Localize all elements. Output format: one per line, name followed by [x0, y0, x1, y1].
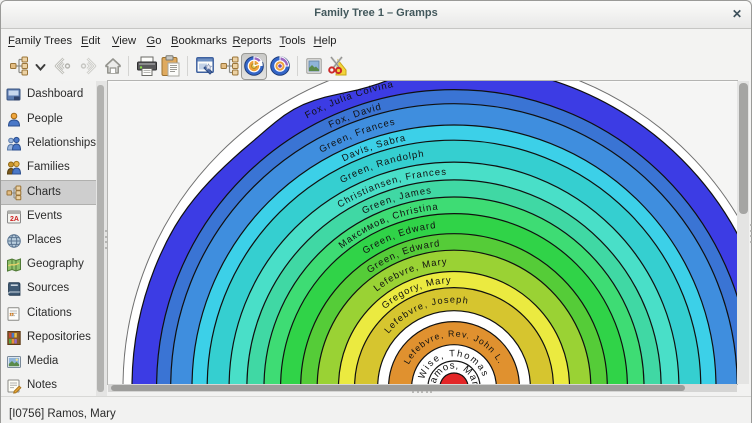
svg-text:”: ”	[9, 312, 14, 322]
svg-text:2A: 2A	[10, 216, 19, 223]
